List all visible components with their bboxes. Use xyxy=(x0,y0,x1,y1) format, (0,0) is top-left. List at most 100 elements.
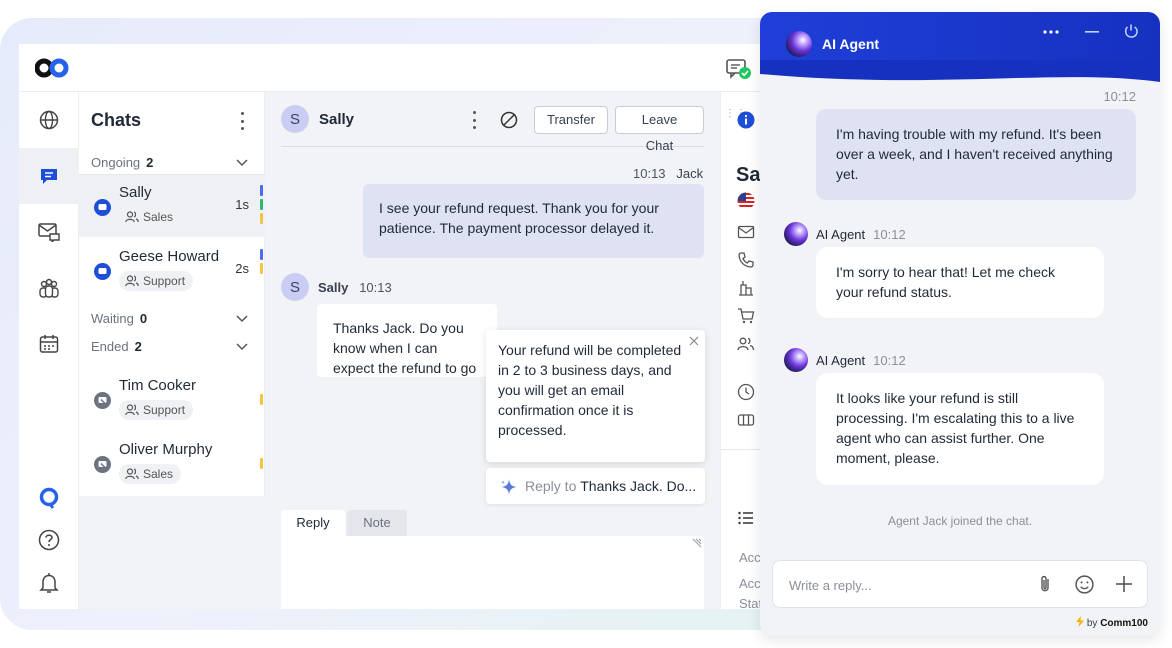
people-icon xyxy=(125,211,139,223)
reply-to-prefix: Reply to xyxy=(525,478,577,494)
message-author: AI Agent xyxy=(816,353,866,368)
people-icon xyxy=(125,275,139,287)
tab-note[interactable]: Note xyxy=(347,510,407,536)
contact-name: Sally xyxy=(319,111,355,128)
list-icon[interactable] xyxy=(737,509,755,527)
status-bars xyxy=(260,458,263,472)
conversation-menu-button[interactable] xyxy=(471,111,477,129)
status-bars xyxy=(260,394,263,408)
tab-reply[interactable]: Reply xyxy=(281,510,345,536)
department-tag: Sales xyxy=(119,464,182,484)
info-field-label: Acc xyxy=(739,550,761,565)
columns-icon xyxy=(737,414,755,426)
chat-item-tim-cooker[interactable]: Tim Cooker Support xyxy=(79,368,265,430)
avatar: S xyxy=(281,105,309,133)
agent-message: I see your refund request. Thank you for… xyxy=(363,184,704,258)
department-tag-label: Sales xyxy=(143,210,174,224)
nav-chats[interactable] xyxy=(19,148,79,204)
calendar-icon xyxy=(39,335,59,353)
group-ongoing-count: 2 xyxy=(146,155,154,170)
department-tag-label: Support xyxy=(143,403,186,417)
chevron-down-icon[interactable] xyxy=(236,159,248,167)
group-waiting-count: 0 xyxy=(139,311,148,326)
reply-to-suggestion[interactable]: Reply to Thanks Jack. Do... xyxy=(486,468,705,504)
chevron-down-icon[interactable] xyxy=(236,343,248,351)
info-icon[interactable] xyxy=(737,111,755,129)
chat-name: Tim Cooker xyxy=(119,377,196,394)
live-chat-icon xyxy=(94,199,111,216)
drag-handle-icon[interactable]: ⋮⋮ xyxy=(725,109,746,124)
group-ended-count: 2 xyxy=(134,339,142,354)
chat-item-geese-howard[interactable]: Geese Howard Support 2s xyxy=(79,239,265,301)
more-options-icon[interactable] xyxy=(1043,30,1059,34)
bot-message: It looks like your refund is still proce… xyxy=(816,373,1104,485)
group-waiting[interactable]: Waiting 0 xyxy=(91,311,147,326)
message-author: Jack xyxy=(676,166,704,181)
group-ongoing[interactable]: Ongoing 2 xyxy=(91,155,153,170)
user-message: I'm having trouble with my refund. It's … xyxy=(816,109,1136,200)
resize-handle-icon[interactable] xyxy=(692,538,702,548)
transfer-button[interactable]: Transfer xyxy=(534,106,608,134)
bot-message: I'm sorry to hear that! Let me check you… xyxy=(816,247,1104,318)
group-ended-label: Ended xyxy=(91,339,129,354)
sparkle-icon xyxy=(501,479,517,495)
ai-agent-widget: AI Agent 10:12 I'm having trouble with m… xyxy=(760,12,1160,636)
nav-messages[interactable] xyxy=(19,204,79,260)
ai-suggestion-popup[interactable]: Your refund will be completed in 2 to 3 … xyxy=(486,330,705,462)
brand-q-icon xyxy=(39,487,59,509)
chats-menu-button[interactable] xyxy=(239,112,245,130)
plus-icon[interactable] xyxy=(1115,575,1133,593)
leave-chat-button[interactable]: Leave Chat xyxy=(615,106,704,153)
status-bars xyxy=(260,185,263,227)
people-icon xyxy=(125,468,139,480)
nav-calendar[interactable] xyxy=(19,316,79,372)
info-field-label: Stat xyxy=(739,596,763,609)
chat-wait-time: 2s xyxy=(235,261,249,276)
clock-icon xyxy=(737,383,755,401)
reply-editor[interactable] xyxy=(281,536,704,609)
nav-notifications[interactable] xyxy=(19,555,79,609)
power-icon[interactable] xyxy=(1123,23,1139,39)
ban-icon[interactable] xyxy=(500,111,518,129)
help-icon xyxy=(38,529,60,551)
close-icon[interactable] xyxy=(689,336,699,346)
chat-wait-time: 1s xyxy=(235,197,249,212)
department-tag: Support xyxy=(119,400,194,420)
message-meta: Sally 10:13 xyxy=(318,280,392,295)
chat-item-sally[interactable]: Sally Sales 1s xyxy=(79,175,265,237)
powered-by-brand: Comm100 xyxy=(1100,618,1148,629)
header-wave xyxy=(760,60,1160,90)
message-time: 10:13 xyxy=(633,166,666,181)
avatar: S xyxy=(281,273,309,301)
message-time: 10:12 xyxy=(873,227,906,242)
cart-icon xyxy=(738,308,755,324)
powered-by: by Comm100 xyxy=(1076,616,1148,629)
ai-suggestion-text: Your refund will be completed in 2 to 3 … xyxy=(498,342,682,438)
department-tag: Sales xyxy=(119,207,182,227)
group-ended[interactable]: Ended 2 xyxy=(91,339,142,354)
message-meta: 10:13 Jack xyxy=(633,166,703,181)
chats-title: Chats xyxy=(91,110,142,130)
department-tag: Support xyxy=(119,271,194,291)
customer-message: Thanks Jack. Do you know when I can expe… xyxy=(317,304,497,377)
email-icon xyxy=(737,225,755,239)
people-icon xyxy=(737,337,755,351)
chat-status-icon[interactable] xyxy=(725,57,753,81)
attachment-icon[interactable] xyxy=(1035,574,1055,594)
minimize-icon[interactable] xyxy=(1085,31,1099,33)
ai-reply-input[interactable] xyxy=(789,575,1019,595)
chat-item-oliver-murphy[interactable]: Oliver Murphy Sales xyxy=(79,432,265,494)
conversation-panel: S Sally Transfer Leave Chat 10:13 Jack I… xyxy=(265,92,720,609)
reply-to-quote: Thanks Jack. Do... xyxy=(580,478,697,494)
chat-name: Geese Howard xyxy=(119,248,220,265)
group-waiting-label: Waiting xyxy=(91,311,134,326)
message-author: Sally xyxy=(318,280,349,295)
powered-by-prefix: by xyxy=(1086,618,1098,629)
chevron-down-icon[interactable] xyxy=(236,315,248,323)
department-tag-label: Support xyxy=(143,274,186,288)
nav-team[interactable] xyxy=(19,260,79,316)
chats-panel: Chats Ongoing 2 Sally Sales 1s Geese Howa… xyxy=(79,92,265,609)
message-time: 10:12 xyxy=(1103,89,1136,104)
nav-globe[interactable] xyxy=(19,92,79,148)
emoji-icon[interactable] xyxy=(1074,574,1095,595)
